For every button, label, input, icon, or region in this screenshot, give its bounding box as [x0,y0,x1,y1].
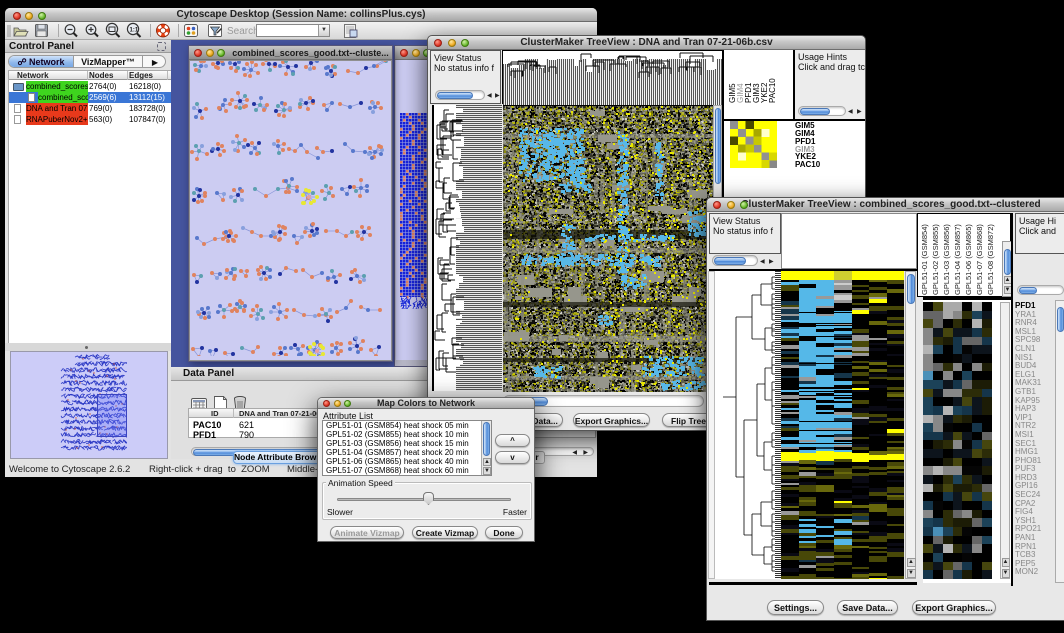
svg-text:GPL51-02 (GSM855): GPL51-02 (GSM855) [931,224,940,295]
svg-text:GPL51-07 (GSM868): GPL51-07 (GSM868) [975,224,984,295]
svg-text:GPL51-01 (GSM854): GPL51-01 (GSM854) [920,224,929,295]
svg-text:GPL51-03 (GSM856): GPL51-03 (GSM856) [942,224,951,295]
svg-text:PAC10: PAC10 [768,78,777,103]
svg-text:GPL51-04 (GSM857): GPL51-04 (GSM857) [953,224,962,295]
svg-text:GPL51-08 (GSM872): GPL51-08 (GSM872) [986,224,995,295]
svg-text:GPL51-06 (GSM865): GPL51-06 (GSM865) [964,224,973,295]
svg-text:1:1: 1:1 [130,28,139,34]
